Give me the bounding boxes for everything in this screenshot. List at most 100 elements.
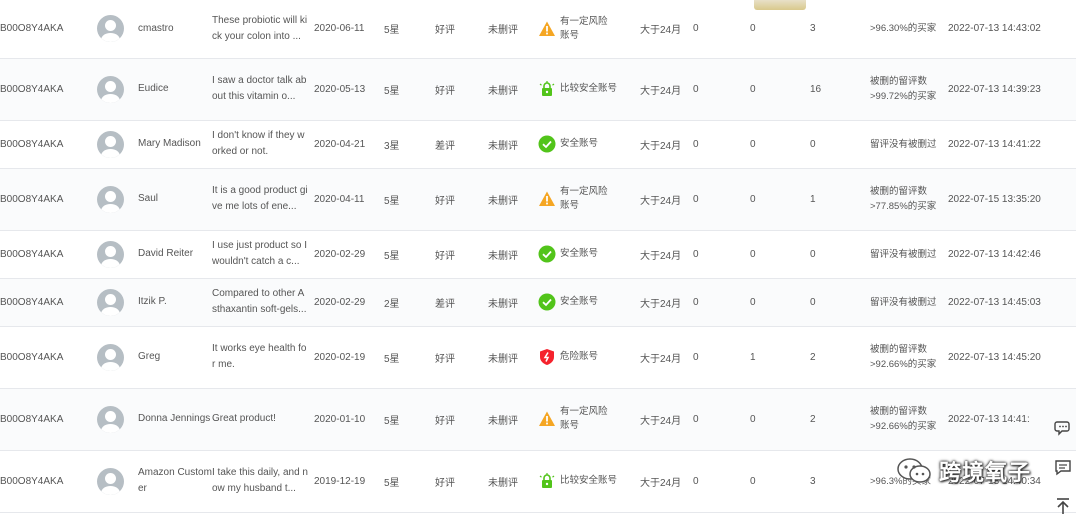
warning-icon	[538, 410, 556, 428]
deleted-status: 未删评	[488, 477, 518, 489]
avatar	[97, 240, 124, 268]
table-row[interactable]: B00O8Y4AKA Itzik P. Compared to other As…	[0, 278, 1076, 327]
watermark: 跨境氧子	[895, 455, 1031, 487]
reviewer-name: Amazon Customer	[138, 467, 212, 494]
account-age: 大于24月	[640, 298, 682, 310]
deleted-review-note: 被删的留评数>77.85%的买家	[870, 186, 937, 212]
star-rating: 5星	[384, 415, 400, 427]
metric-1: 0	[693, 351, 699, 363]
table-row[interactable]: B00O8Y4AKA Donna Jennings Great product!…	[0, 388, 1076, 451]
table-row[interactable]: B00O8Y4AKA Eudice I saw a doctor talk ab…	[0, 58, 1076, 121]
deleted-status: 未删评	[488, 298, 518, 310]
star-rating: 3星	[384, 140, 400, 152]
review-text[interactable]: I use just product so I wouldn't catch a…	[212, 238, 314, 270]
metric-1: 0	[693, 23, 699, 35]
crawl-time: 2022-07-13 14:39:23	[948, 83, 1041, 95]
metric-3: 16	[810, 83, 822, 95]
metric-2: 0	[750, 83, 756, 95]
avatar	[97, 343, 124, 371]
message-icon[interactable]	[1054, 458, 1072, 476]
avatar	[97, 15, 124, 43]
metric-3: 0	[810, 296, 816, 308]
chat-bubble-icon[interactable]	[1054, 418, 1072, 436]
sentiment: 差评	[435, 140, 455, 152]
asin: B00O8Y4AKA	[0, 475, 64, 487]
check-circle-icon	[538, 135, 556, 153]
danger-shield-icon	[538, 348, 556, 366]
table-row[interactable]: B00O8Y4AKA cmastro These probiotic will …	[0, 0, 1076, 59]
metric-3: 1	[810, 193, 816, 205]
avatar	[97, 288, 124, 316]
review-text[interactable]: It is a good product give me lots of ene…	[212, 183, 314, 215]
account-age: 大于24月	[640, 415, 682, 427]
metric-3: 2	[810, 413, 816, 425]
account-status: 危险账号	[538, 348, 640, 366]
review-text[interactable]: It works eye health for me.	[212, 341, 314, 373]
metric-2: 0	[750, 413, 756, 425]
check-circle-icon	[538, 245, 556, 263]
review-text[interactable]: I take this daily, and now my husband t.…	[212, 465, 314, 497]
deleted-status: 未删评	[488, 250, 518, 262]
reviewer-name: Mary Madison	[138, 138, 201, 149]
review-text[interactable]: Compared to other Asthaxantin soft-gels.…	[212, 286, 314, 318]
metric-2: 0	[750, 475, 756, 487]
metric-1: 0	[693, 138, 699, 150]
table-row[interactable]: B00O8Y4AKA Mary Madison I don't know if …	[0, 120, 1076, 169]
deleted-status: 未删评	[488, 353, 518, 365]
metric-3: 2	[810, 351, 816, 363]
review-date: 2020-01-10	[314, 413, 366, 425]
crawl-time: 2022-07-13 14:45:20	[948, 351, 1041, 363]
metric-1: 0	[693, 248, 699, 260]
account-age: 大于24月	[640, 85, 682, 97]
account-status: 比较安全账号	[538, 80, 640, 98]
asin: B00O8Y4AKA	[0, 193, 64, 205]
account-status: 安全账号	[538, 293, 640, 311]
deleted-status: 未删评	[488, 25, 518, 37]
review-date: 2020-02-29	[314, 248, 366, 260]
asin: B00O8Y4AKA	[0, 296, 64, 308]
star-rating: 2星	[384, 298, 400, 310]
metric-3: 0	[810, 138, 816, 150]
crawl-time: 2022-07-15 13:35:20	[948, 193, 1041, 205]
product-image-fragment	[754, 0, 806, 10]
metric-1: 0	[693, 83, 699, 95]
review-date: 2020-05-13	[314, 83, 366, 95]
review-text[interactable]: I saw a doctor talk about this vitamin o…	[212, 73, 314, 105]
sentiment: 好评	[435, 250, 455, 262]
account-status: 有一定风险账号	[538, 185, 640, 213]
metric-2: 0	[750, 23, 756, 35]
watermark-text: 跨境氧子	[939, 460, 1032, 485]
sentiment: 好评	[435, 415, 455, 427]
crawl-time: 2022-07-13 14:41:	[948, 413, 1030, 425]
avatar	[97, 467, 124, 495]
table-row[interactable]: B00O8Y4AKA Greg It works eye health for …	[0, 326, 1076, 389]
deleted-review-note: 被删的留评数>92.66%的买家	[870, 344, 937, 370]
review-date: 2020-04-11	[314, 193, 365, 205]
review-text[interactable]: I don't know if they worked or not.	[212, 128, 314, 160]
avatar	[97, 75, 124, 103]
asin: B00O8Y4AKA	[0, 351, 64, 363]
review-text[interactable]: These probiotic will kick your colon int…	[212, 13, 314, 45]
account-status: 比较安全账号	[538, 472, 640, 490]
review-text[interactable]: Great product!	[212, 411, 314, 427]
reviewer-name: Greg	[138, 351, 161, 362]
metric-3: 3	[810, 475, 816, 487]
review-date: 2020-02-29	[314, 296, 366, 308]
deleted-review-note: 留评没有被删过	[870, 296, 937, 308]
account-age: 大于24月	[640, 250, 682, 262]
metric-2: 0	[750, 138, 756, 150]
reviewer-name: Donna Jennings	[138, 413, 211, 424]
avatar	[97, 185, 124, 213]
table-row[interactable]: B00O8Y4AKA Saul It is a good product giv…	[0, 168, 1076, 231]
reviewer-name: Eudice	[138, 83, 169, 94]
asin: B00O8Y4AKA	[0, 23, 64, 35]
warning-icon	[538, 190, 556, 208]
account-status: 安全账号	[538, 135, 640, 153]
back-to-top-icon[interactable]	[1054, 497, 1072, 515]
metric-2: 0	[750, 296, 756, 308]
table-row[interactable]: B00O8Y4AKA David Reiter I use just produ…	[0, 230, 1076, 279]
reviewer-name: Saul	[138, 193, 159, 204]
review-date: 2020-02-19	[314, 351, 366, 363]
sentiment: 差评	[435, 298, 455, 310]
metric-1: 0	[693, 193, 699, 205]
